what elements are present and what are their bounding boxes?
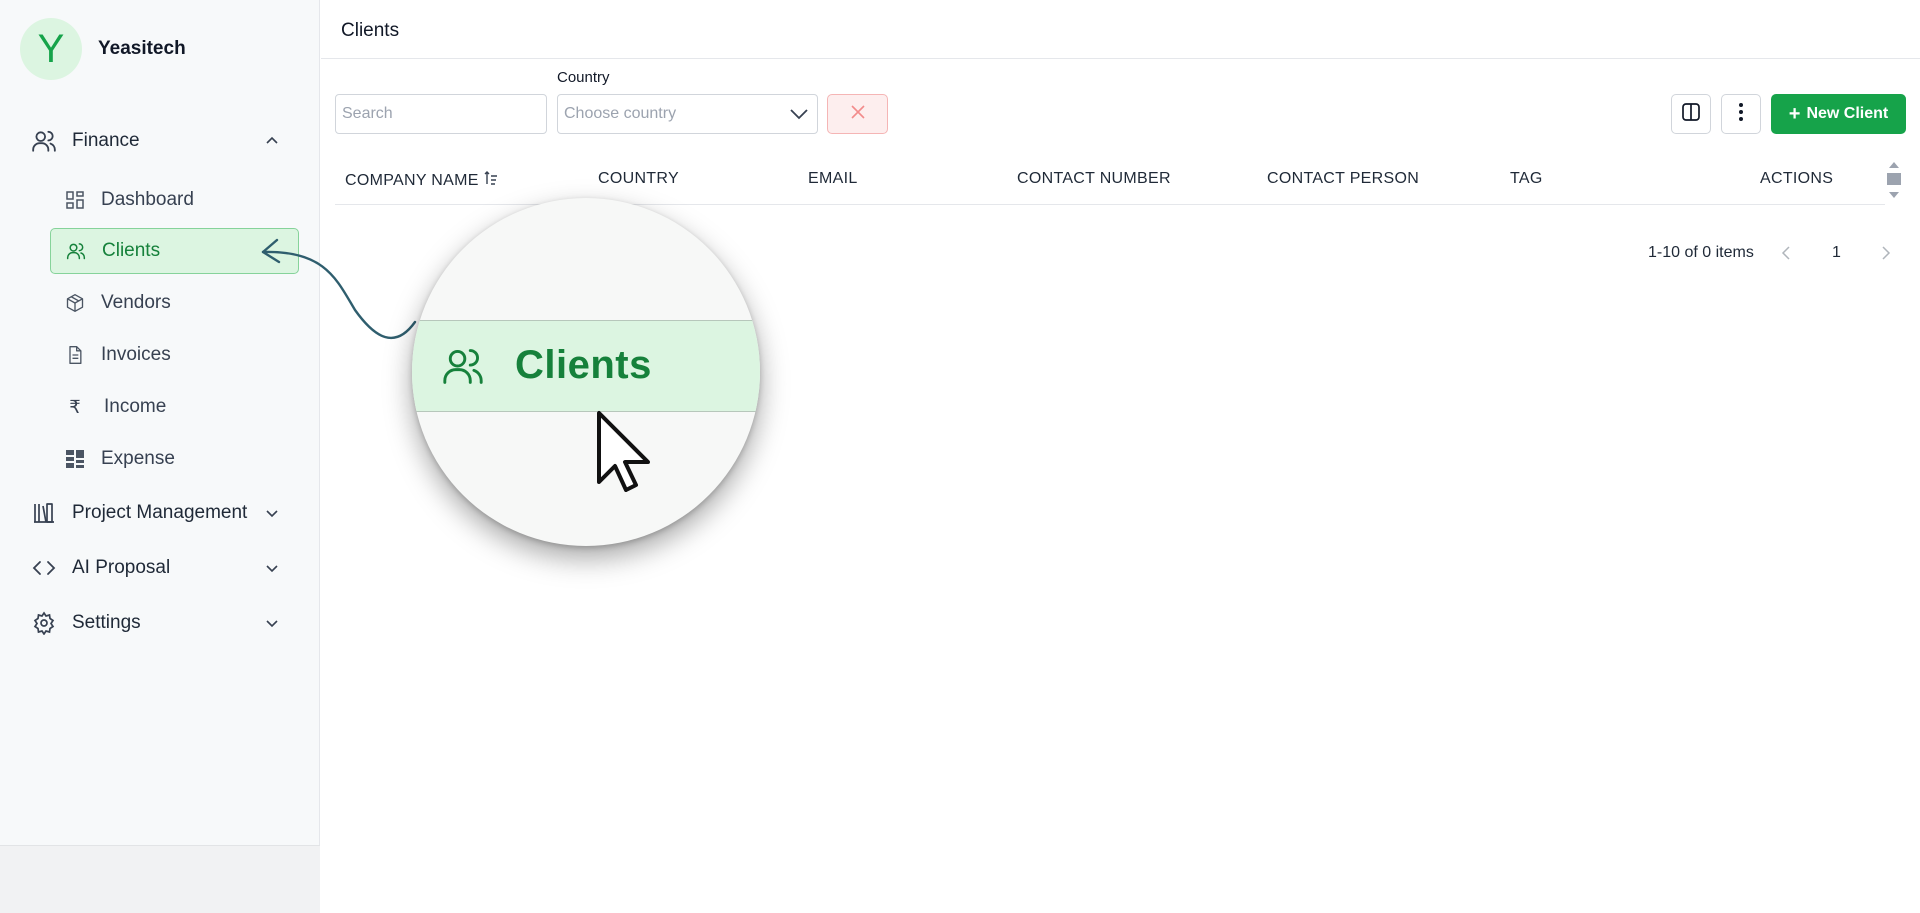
chevron-down-icon [264,505,280,521]
callout-arrow-icon [261,238,417,340]
nav-group-label: AI Proposal [72,557,171,578]
magnified-clients-item: Clients [412,320,760,412]
sidebar-item-label: Clients [102,240,161,261]
column-header-company-name[interactable]: COMPANY NAME [345,170,498,191]
search-input[interactable] [335,94,547,134]
sidebar: Y Yeasitech Finance Dashboard Clients Ve… [0,0,320,913]
sort-ascending-icon [484,170,498,191]
rupee-icon: ₹ [69,396,81,418]
sidebar-footer [0,845,320,913]
chevron-down-icon [264,560,280,576]
column-header-country[interactable]: COUNTRY [598,170,679,188]
sidebar-item-expense[interactable]: Expense [50,436,299,482]
brand[interactable]: Y Yeasitech [20,18,186,80]
country-select[interactable]: Choose country [557,94,818,134]
app-window: Y Yeasitech Finance Dashboard Clients Ve… [0,0,1920,913]
pagination-summary: 1-10 of 0 items [1648,244,1754,261]
country-select-value: Choose country [564,105,677,122]
column-header-tag[interactable]: TAG [1510,170,1543,188]
nav-group-label: Finance [72,130,140,151]
users-icon [65,240,87,262]
gear-icon [30,609,58,637]
page-title: Clients [341,20,400,41]
more-options-button[interactable] [1721,94,1761,134]
dashboard-icon [64,189,86,211]
chevron-left-icon[interactable] [1778,245,1794,261]
box-icon [64,292,86,314]
close-icon [850,104,866,125]
columns-icon [1681,102,1701,127]
chevron-right-icon[interactable] [1878,245,1894,261]
brand-avatar: Y [20,18,82,80]
mouse-cursor-icon [596,410,654,497]
new-client-button[interactable]: + New Client [1771,94,1906,134]
columns-toggle-button[interactable] [1671,94,1711,134]
brand-name: Yeasitech [98,38,186,59]
more-vertical-icon [1738,102,1744,127]
sidebar-item-label: Dashboard [101,189,194,210]
sidebar-item-label: Invoices [101,344,171,365]
sidebar-item-dashboard[interactable]: Dashboard [50,177,299,223]
file-icon [64,344,86,366]
nav-group-ai-proposal[interactable]: AI Proposal [30,550,290,586]
library-icon [30,499,58,527]
sidebar-item-label: Vendors [101,292,171,313]
magnified-clients-label: Clients [515,343,652,387]
chevron-up-icon [264,133,280,149]
column-header-contact-number[interactable]: CONTACT NUMBER [1017,170,1171,188]
table-scrollbar[interactable] [1886,160,1902,200]
plus-icon: + [1788,102,1801,125]
column-header-label: COMPANY NAME [345,171,479,189]
nav-group-settings[interactable]: Settings [30,605,290,641]
country-label: Country [557,69,610,86]
clear-filters-button[interactable] [827,94,888,134]
users-icon [30,127,58,155]
nav-group-finance[interactable]: Finance [30,123,290,159]
pagination-page[interactable]: 1 [1832,244,1841,262]
sidebar-item-label: Expense [101,448,175,469]
column-header-contact-person[interactable]: CONTACT PERSON [1267,170,1419,188]
sidebar-item-label: Income [104,396,167,417]
chevron-down-icon [789,106,809,127]
users-icon [440,346,486,391]
code-icon [30,554,58,582]
expense-icon [64,448,86,470]
column-header-actions[interactable]: ACTIONS [1760,170,1833,188]
new-client-label: New Client [1806,105,1889,122]
sidebar-item-income[interactable]: ₹ Income [50,384,299,430]
nav-group-label: Settings [72,612,141,633]
column-header-email[interactable]: EMAIL [808,170,858,188]
magnifier-callout: Clients [412,198,760,546]
chevron-down-icon [264,615,280,631]
topbar: Clients [321,0,1920,59]
nav-group-label: Project Management [72,502,248,523]
nav-group-project-management[interactable]: Project Management [30,495,290,531]
